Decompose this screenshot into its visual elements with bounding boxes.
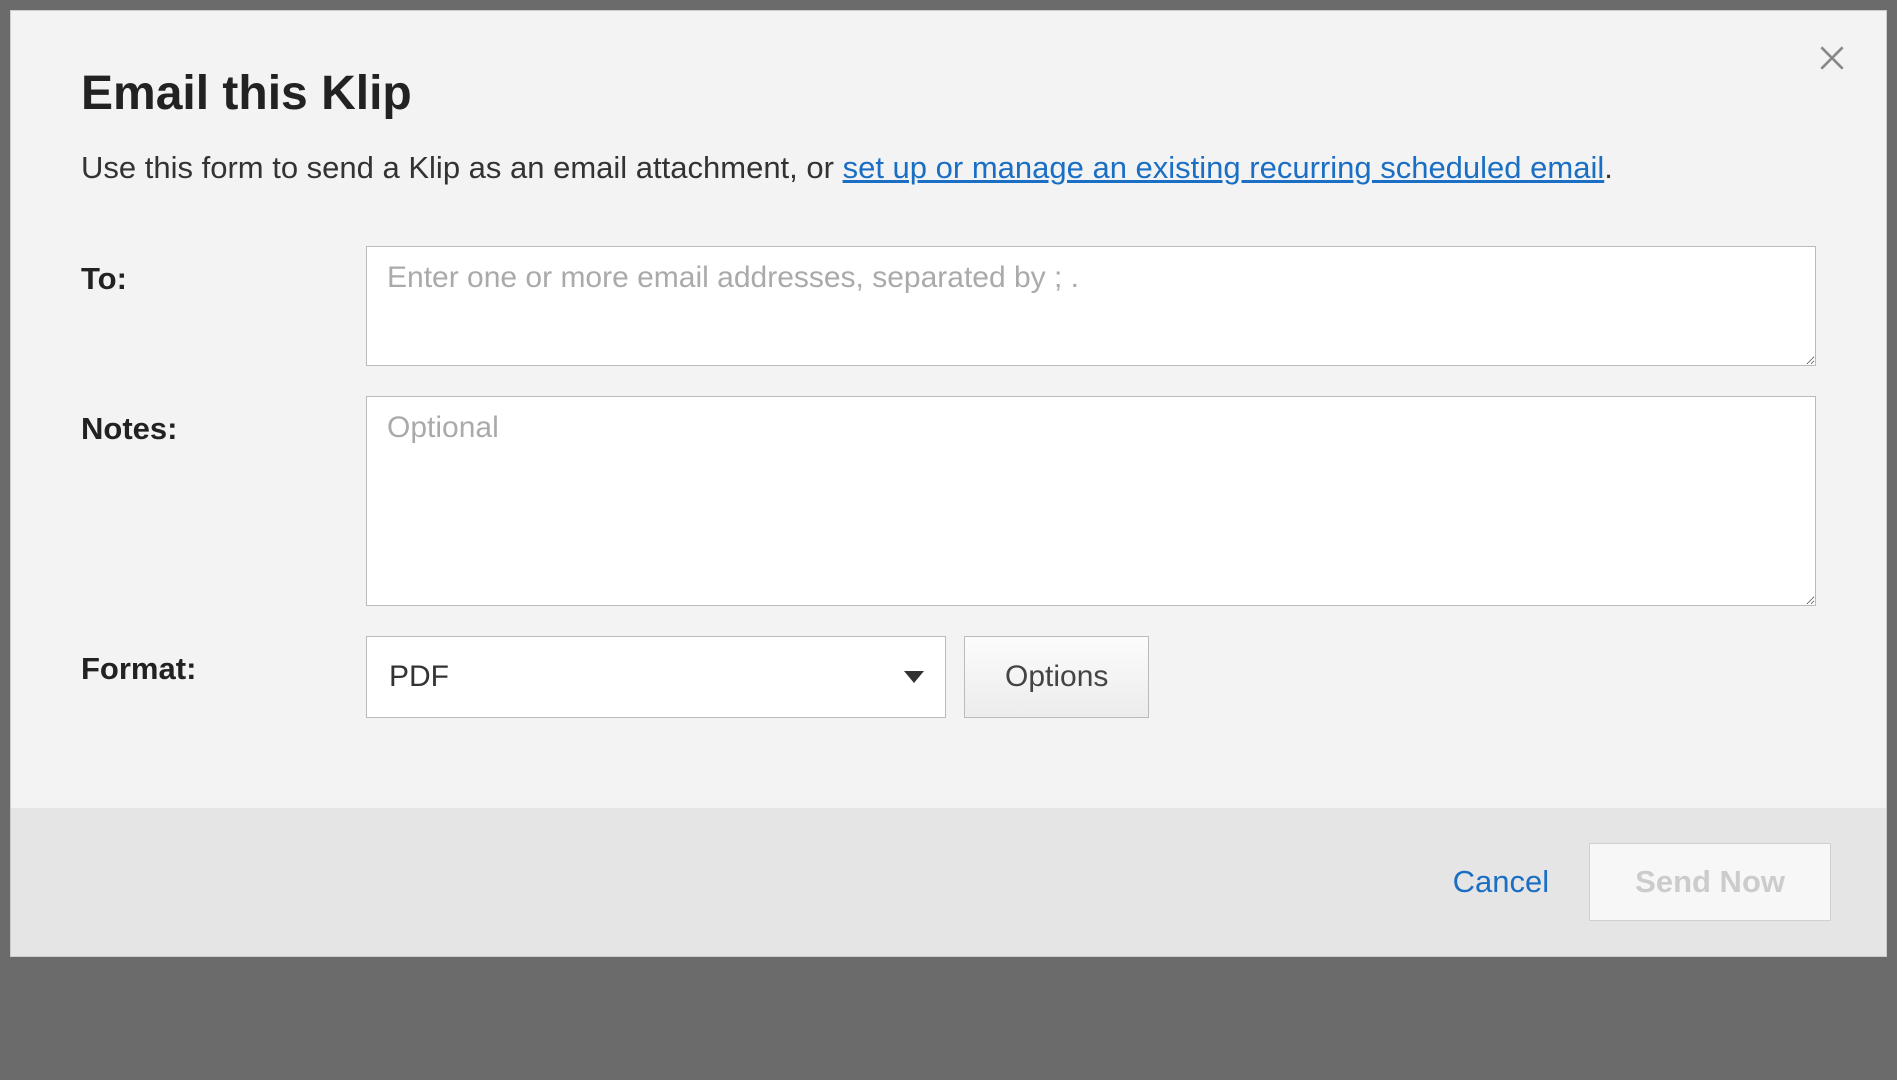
description-suffix: . [1604, 150, 1613, 185]
notes-control-wrap [366, 396, 1816, 606]
to-label: To: [81, 246, 366, 297]
send-now-button[interactable]: Send Now [1589, 843, 1831, 921]
modal-title: Email this Klip [81, 66, 1816, 121]
close-icon [1816, 42, 1848, 74]
to-control-wrap [366, 246, 1816, 366]
format-select-wrap: PDF [366, 636, 946, 718]
modal-description: Use this form to send a Klip as an email… [81, 146, 1816, 191]
options-button[interactable]: Options [964, 636, 1149, 718]
notes-input[interactable] [366, 396, 1816, 606]
to-input[interactable] [366, 246, 1816, 366]
notes-row: Notes: [81, 396, 1816, 606]
format-select[interactable]: PDF [366, 636, 946, 718]
modal-body: Email this Klip Use this form to send a … [11, 11, 1886, 808]
modal-footer: Cancel Send Now [11, 808, 1886, 956]
cancel-button[interactable]: Cancel [1453, 864, 1550, 900]
format-row: Format: PDF Options [81, 636, 1816, 718]
email-klip-modal: Email this Klip Use this form to send a … [10, 10, 1887, 957]
to-row: To: [81, 246, 1816, 366]
description-prefix: Use this form to send a Klip as an email… [81, 150, 843, 185]
scheduled-email-link[interactable]: set up or manage an existing recurring s… [843, 150, 1605, 185]
close-button[interactable] [1813, 39, 1851, 77]
notes-label: Notes: [81, 396, 366, 447]
format-label: Format: [81, 636, 366, 687]
format-control-wrap: PDF Options [366, 636, 1816, 718]
